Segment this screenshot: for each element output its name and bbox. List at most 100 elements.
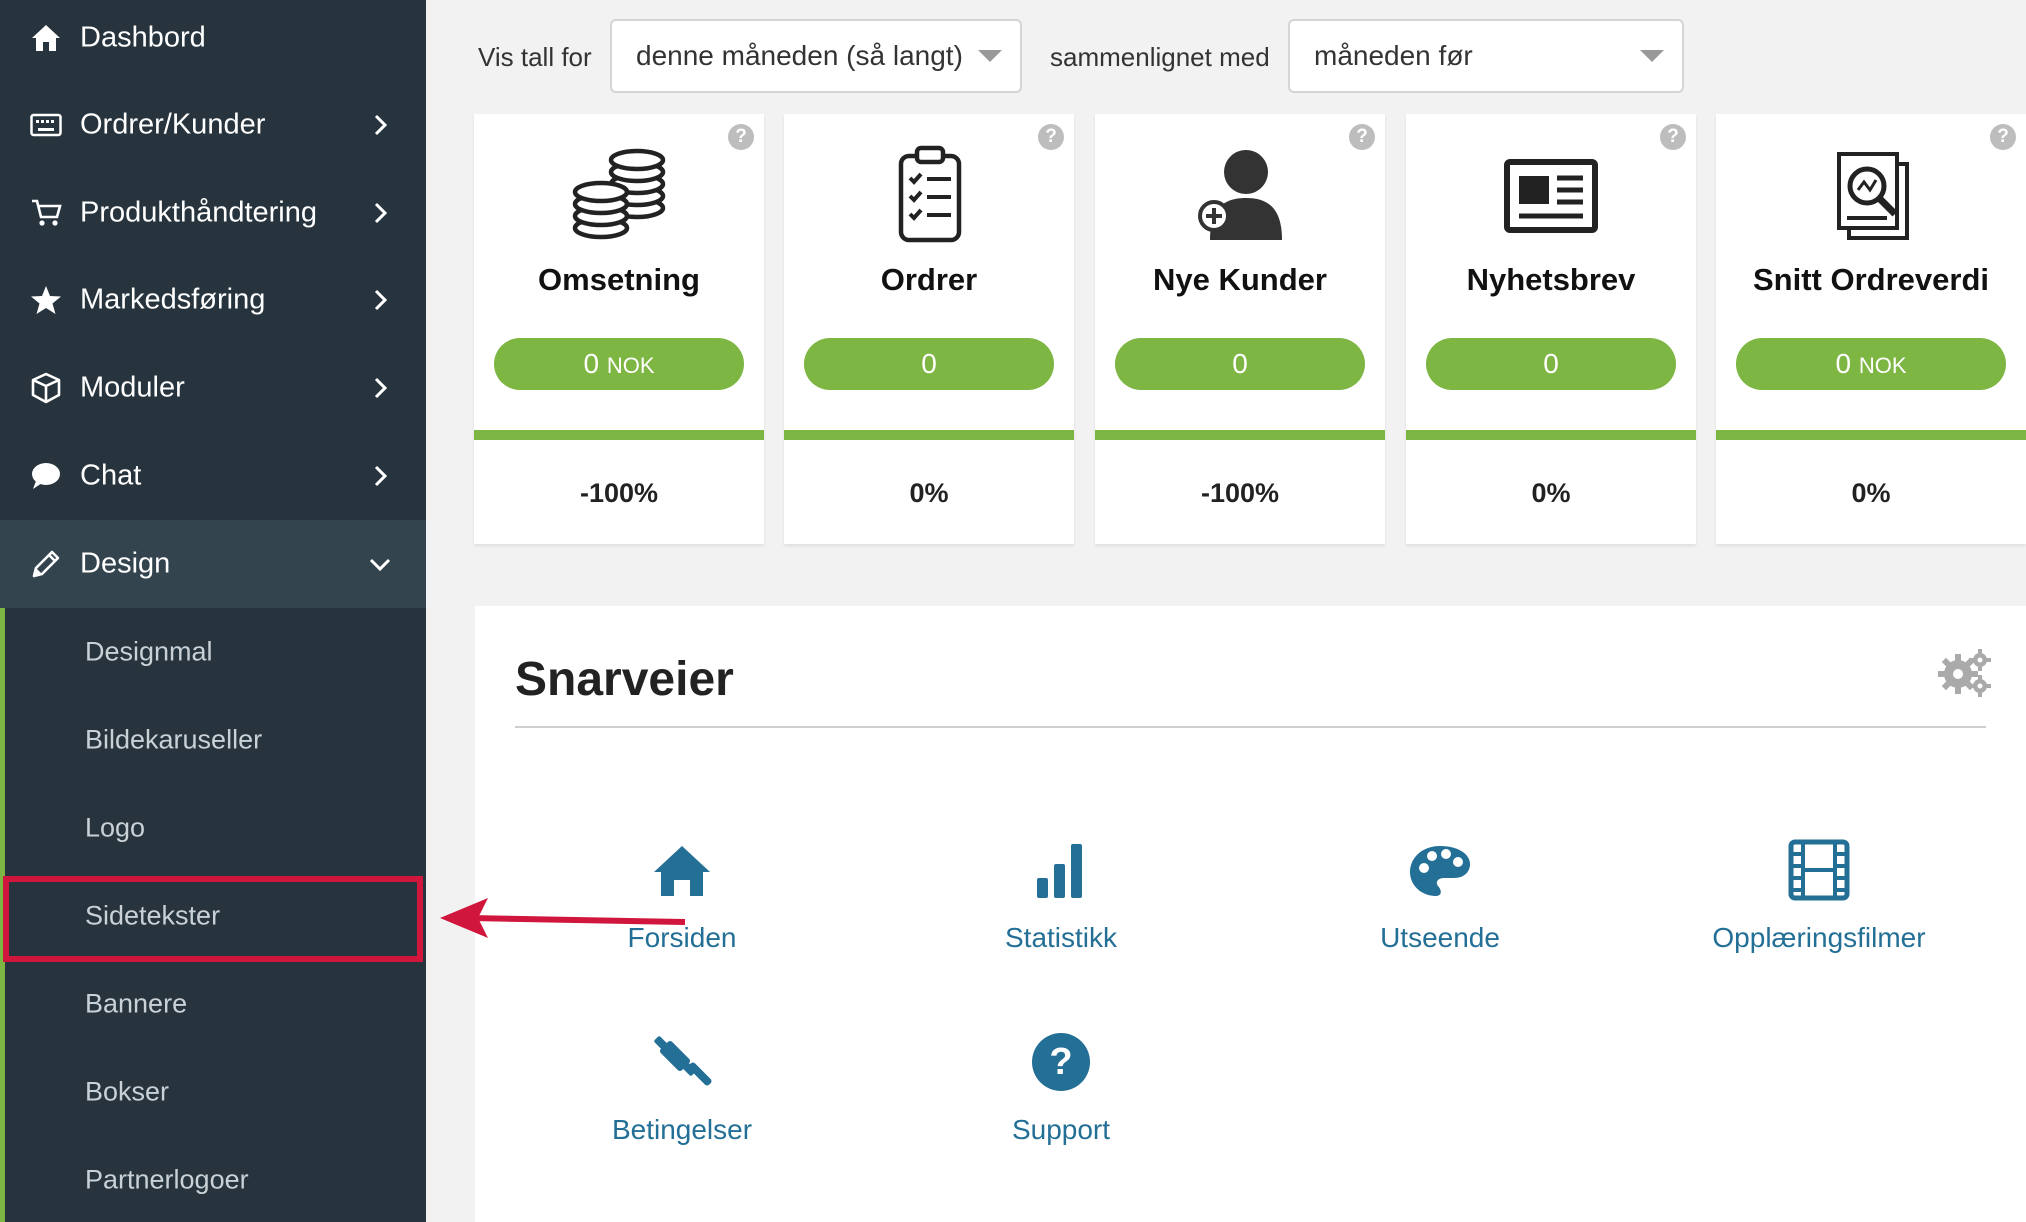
shortcuts-title: Snarveier (515, 653, 734, 706)
shortcut-label: Statistikk (1004, 922, 1118, 953)
card-change: 0% (1531, 478, 1571, 508)
compare-select-value: måneden før (1314, 40, 1473, 71)
shortcut-utseende[interactable]: Utseende (1290, 838, 1590, 968)
stat-card-nyhetsbrev: ? Nyhetsbrev 0 0% (1406, 114, 1696, 544)
shortcut-label: Opplæringsfilmer (1712, 922, 1926, 953)
period-select[interactable]: denne måneden (så langt) (610, 19, 1022, 93)
chevron-right-icon (374, 465, 388, 487)
help-icon[interactable]: ? (1990, 124, 2016, 150)
gears-icon[interactable] (1936, 646, 1992, 698)
card-divider (1095, 430, 1385, 440)
card-title: Ordrer (880, 262, 978, 297)
cube-icon (28, 370, 64, 406)
card-change: 0% (909, 478, 949, 508)
newspaper-icon (1504, 159, 1598, 233)
palette-icon (1410, 846, 1470, 896)
sidebar-item-label: Design (80, 547, 171, 580)
help-icon[interactable]: ? (1038, 124, 1064, 150)
sidebar-item-label: Chat (80, 459, 142, 492)
card-change: 0% (1851, 478, 1891, 508)
sidebar-item-label: Markedsføring (80, 283, 266, 316)
report-magnifier-icon (1837, 152, 1909, 240)
card-title: Snitt Ordreverdi (1753, 262, 1989, 297)
submenu-item-designmal[interactable]: Designmal (5, 608, 426, 696)
shortcut-statistikk[interactable]: Statistikk (911, 838, 1211, 968)
pencil-icon (28, 546, 64, 582)
shortcuts-panel: Snarveier Forsiden Statistikk Utseende O… (475, 606, 2026, 1222)
card-change: -100% (1200, 478, 1280, 508)
sidebar-item-dashbord[interactable]: Dashbord (0, 0, 426, 82)
sidebar: Dashbord Ordrer/Kunder Produkthåndtering… (0, 0, 426, 1222)
card-value: 0 NOK (494, 338, 744, 390)
stat-card-nye-kunder: ? Nye Kunder 0 -100% (1095, 114, 1385, 544)
card-value: 0 (1115, 338, 1365, 390)
card-divider (784, 430, 1074, 440)
submenu-item-bokser[interactable]: Bokser (5, 1048, 426, 1136)
sidebar-item-label: Produkthåndtering (80, 196, 317, 229)
title-divider (515, 726, 1986, 728)
submenu-item-label: Designmal (85, 636, 213, 667)
card-change: -100% (579, 478, 659, 508)
sidebar-item-design[interactable]: Design (0, 520, 426, 608)
annotation-arrow (440, 898, 686, 938)
submenu-item-label: Logo (85, 812, 146, 843)
submenu-item-partnerlogoer[interactable]: Partnerlogoer (5, 1136, 426, 1222)
coins-icon (572, 148, 666, 240)
help-icon[interactable]: ? (728, 124, 754, 150)
card-divider (1406, 430, 1696, 440)
card-unit: NOK (1858, 353, 1907, 378)
gavel-icon (654, 1036, 712, 1086)
sidebar-item-moduler[interactable]: Moduler (0, 344, 426, 432)
chevron-right-icon (374, 114, 388, 136)
home-icon (28, 20, 64, 56)
help-icon[interactable]: ? (1660, 124, 1686, 150)
shortcut-support[interactable]: ? Support (911, 1030, 1211, 1160)
card-title: Omsetning (538, 262, 700, 297)
submenu-item-logo[interactable]: Logo (5, 784, 426, 872)
film-icon (1788, 839, 1850, 901)
dropdown-caret-icon (978, 50, 1002, 62)
sidebar-item-produkthandtering[interactable]: Produkthåndtering (0, 169, 426, 257)
shortcut-betingelser[interactable]: Betingelser (532, 1030, 832, 1160)
svg-text:?: ? (1049, 1041, 1072, 1083)
card-unit: NOK (606, 353, 655, 378)
add-user-icon (1198, 150, 1282, 240)
card-divider (474, 430, 764, 440)
highlight-box (3, 876, 423, 962)
sidebar-item-markedsforing[interactable]: Markedsføring (0, 256, 426, 344)
filter-label: Vis tall for (478, 42, 592, 72)
question-circle-icon: ? (1032, 1033, 1090, 1091)
submenu-item-label: Bokser (85, 1076, 170, 1107)
submenu-item-bildekaruseller[interactable]: Bildekaruseller (5, 696, 426, 784)
keyboard-icon (28, 107, 64, 143)
chevron-right-icon (374, 289, 388, 311)
submenu-item-label: Bildekaruseller (85, 724, 263, 755)
stat-card-omsetning: ? Omsetning 0 NOK -100% (474, 114, 764, 544)
sidebar-item-label: Ordrer/Kunder (80, 108, 266, 141)
card-divider (1716, 430, 2026, 440)
card-value: 0 (804, 338, 1054, 390)
bar-chart-icon (1037, 844, 1082, 898)
shortcut-label: Utseende (1380, 922, 1500, 953)
submenu-item-label: Bannere (85, 988, 188, 1019)
compare-label: sammenlignet med (1050, 42, 1270, 72)
sidebar-item-label: Moduler (80, 371, 185, 404)
submenu-item-label: Partnerlogoer (85, 1164, 249, 1195)
cart-icon (28, 195, 64, 231)
compare-select[interactable]: måneden før (1288, 19, 1684, 93)
dropdown-caret-icon (1640, 50, 1664, 62)
chevron-right-icon (374, 202, 388, 224)
sidebar-item-ordrer-kunder[interactable]: Ordrer/Kunder (0, 81, 426, 169)
sidebar-item-label: Dashbord (80, 21, 206, 54)
shortcut-opplaeringsfilmer[interactable]: Opplæringsfilmer (1669, 838, 1969, 968)
card-title: Nye Kunder (1153, 262, 1327, 297)
chevron-right-icon (374, 377, 388, 399)
submenu-item-bannere[interactable]: Bannere (5, 960, 426, 1048)
sidebar-item-chat[interactable]: Chat (0, 432, 426, 520)
chevron-down-icon (369, 558, 391, 572)
star-icon (28, 282, 64, 318)
clipboard-checklist-icon (898, 145, 962, 243)
period-select-value: denne måneden (så langt) (636, 40, 963, 71)
card-value: 0 (1426, 338, 1676, 390)
help-icon[interactable]: ? (1349, 124, 1375, 150)
